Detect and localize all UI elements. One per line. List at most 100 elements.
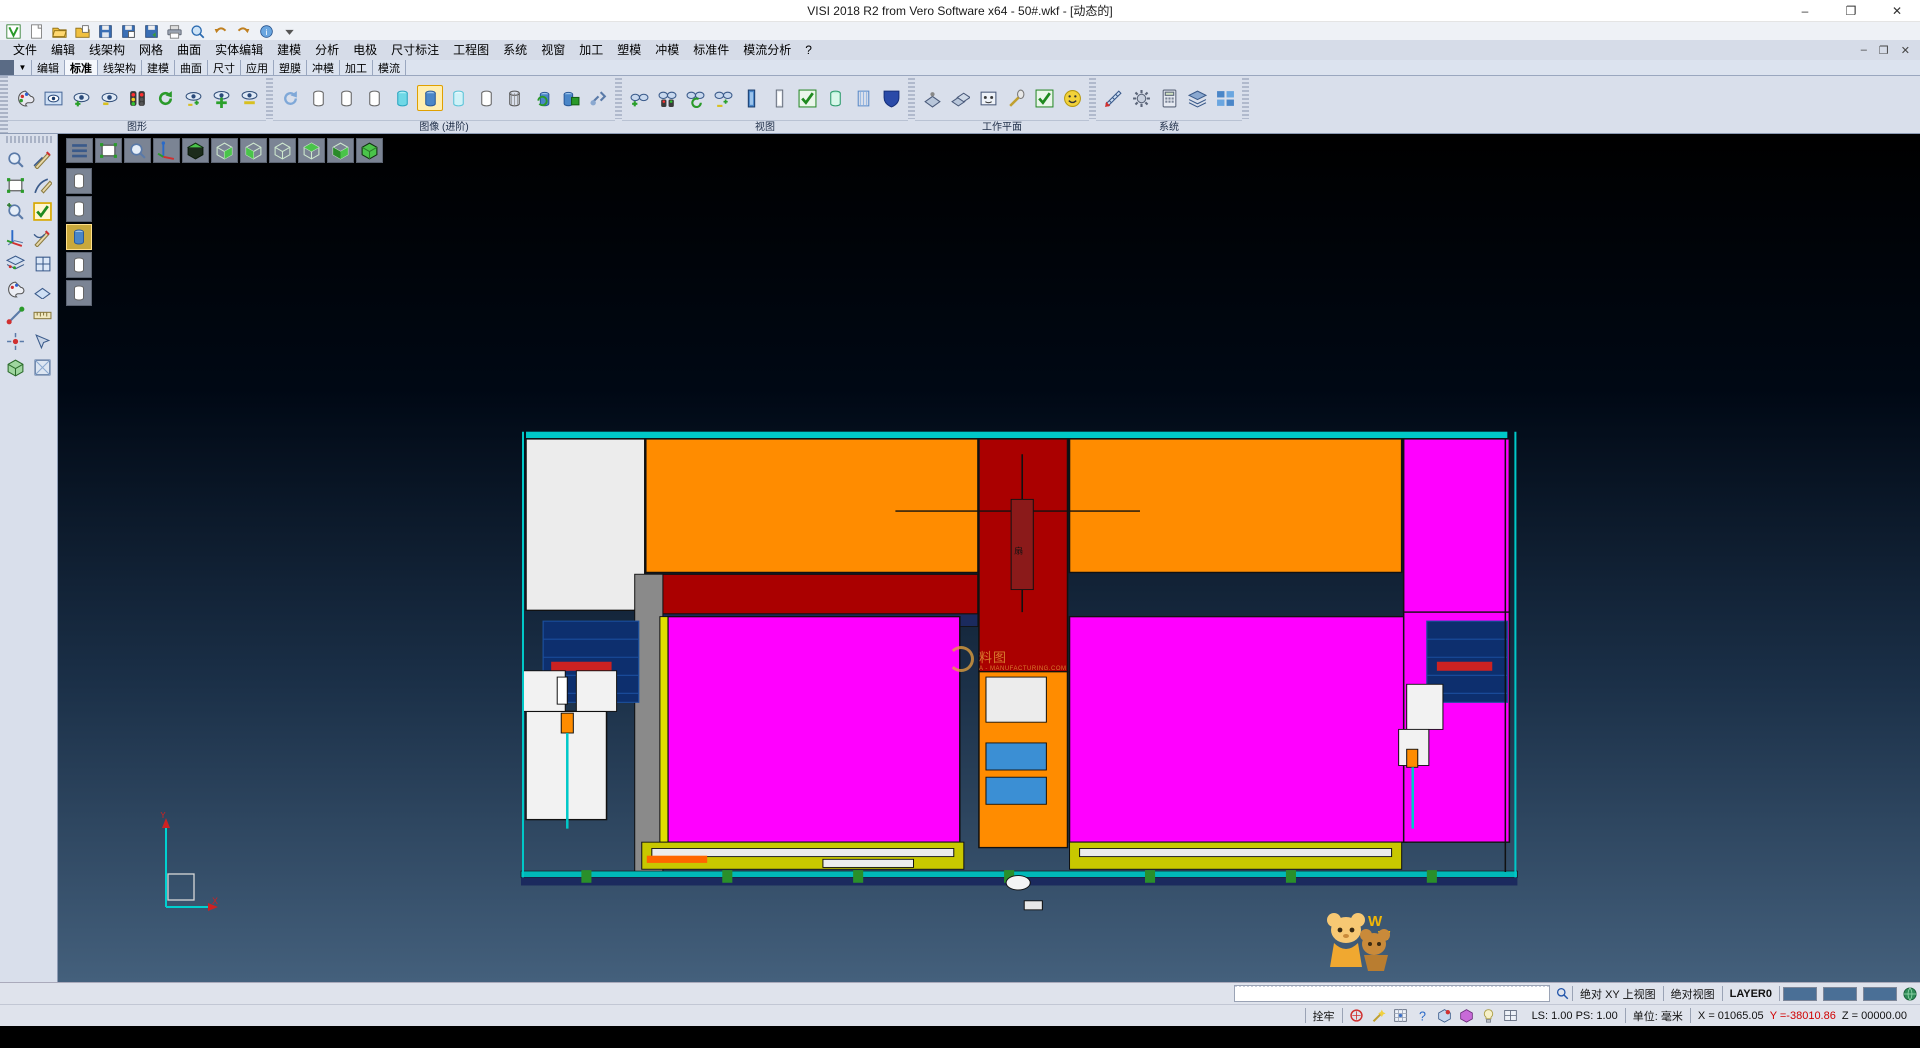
color-swatch-1[interactable] [1783, 987, 1817, 1001]
info-icon[interactable]: i [256, 23, 276, 40]
view-refresh-icon[interactable] [682, 85, 708, 111]
workplane-face-icon[interactable] [975, 85, 1001, 111]
view-bottom-icon[interactable] [327, 138, 354, 163]
menu-drafting[interactable]: 工程图 [446, 40, 496, 60]
app-logo-icon[interactable] [3, 23, 23, 40]
menu-wireframe[interactable]: 线架构 [82, 40, 132, 60]
ribbon-grip[interactable] [0, 76, 8, 133]
render-shaded-icon[interactable] [66, 224, 92, 250]
list-view-icon[interactable] [66, 138, 93, 163]
zoom-tool-icon[interactable] [124, 138, 151, 163]
cube-icon[interactable] [2, 354, 29, 380]
redo-icon[interactable] [233, 23, 253, 40]
edit-entity-icon[interactable] [29, 224, 56, 250]
command-input[interactable] [1234, 985, 1550, 1002]
tab-wireframe[interactable]: 线架构 [98, 60, 142, 75]
select-confirm-icon[interactable] [29, 198, 56, 224]
search-icon[interactable] [1552, 984, 1572, 1003]
zoom-window-icon[interactable] [2, 146, 29, 172]
menu-file[interactable]: 文件 [6, 40, 44, 60]
view-shaded-icon[interactable] [356, 138, 383, 163]
reload-icon[interactable] [277, 85, 303, 111]
snap-circle-icon[interactable] [1347, 1006, 1367, 1025]
open-file-icon[interactable] [49, 23, 69, 40]
shade-view-icon[interactable] [878, 85, 904, 111]
tab-edit[interactable]: 编辑 [32, 60, 65, 75]
view-add-icon[interactable] [626, 85, 652, 111]
menu-help[interactable]: ? [798, 40, 819, 60]
menu-analysis[interactable]: 分析 [308, 40, 346, 60]
calc-icon[interactable] [1156, 85, 1182, 111]
workplane-smiley-icon[interactable] [1059, 85, 1085, 111]
tab-dimension[interactable]: 尺寸 [208, 60, 241, 75]
axis-tool-icon[interactable] [153, 138, 180, 163]
mdi-restore-button[interactable]: ❐ [1873, 44, 1895, 57]
traffic-light-icon[interactable] [124, 85, 150, 111]
menu-electrode[interactable]: 电极 [346, 40, 384, 60]
section-grey-icon[interactable] [766, 85, 792, 111]
entity-snap-icon[interactable] [1435, 1006, 1455, 1025]
mesh-view-icon[interactable] [850, 85, 876, 111]
tab-flow[interactable]: 模流 [373, 60, 406, 75]
draw-line-icon[interactable] [29, 146, 56, 172]
hide-entity-icon[interactable] [96, 85, 122, 111]
mesh-cylinder-icon[interactable] [501, 85, 527, 111]
color-swatch-3[interactable] [1863, 987, 1897, 1001]
save-copy-icon[interactable] [141, 23, 161, 40]
toggle-visibility-icon[interactable] [180, 85, 206, 111]
tab-die[interactable]: 冲模 [307, 60, 340, 75]
hide-all-icon[interactable] [236, 85, 262, 111]
settings-icon[interactable] [1128, 85, 1154, 111]
workplane-multi-icon[interactable] [947, 85, 973, 111]
grid-snap-icon[interactable] [1391, 1006, 1411, 1025]
tab-application[interactable]: 应用 [241, 60, 274, 75]
section-blue-icon[interactable] [738, 85, 764, 111]
menu-dimension[interactable]: 尺寸标注 [384, 40, 446, 60]
menu-window[interactable]: 视窗 [534, 40, 572, 60]
snap-icon[interactable] [2, 302, 29, 328]
bulb-icon[interactable] [1479, 1006, 1499, 1025]
print-icon[interactable] [164, 23, 184, 40]
view-right-icon[interactable] [240, 138, 267, 163]
window-maximize-button[interactable]: ❐ [1828, 0, 1874, 21]
layer-icon[interactable] [1184, 85, 1210, 111]
hidden-line-cylinder-icon[interactable] [333, 85, 359, 111]
menu-surface[interactable]: 曲面 [170, 40, 208, 60]
view-iso-icon[interactable] [182, 138, 209, 163]
canvas-container[interactable]: 扇 料图 A - MANUFACTURING.COM Y [58, 134, 1920, 982]
zoom-fit-icon[interactable] [2, 172, 29, 198]
qa-dropdown-icon[interactable] [279, 23, 299, 40]
draw-curve-icon[interactable] [29, 172, 56, 198]
new-file-icon[interactable] [26, 23, 46, 40]
mdi-minimize-button[interactable]: – [1855, 44, 1873, 57]
tab-mould[interactable]: 塑膜 [274, 60, 307, 75]
preview-icon[interactable] [187, 23, 207, 40]
layer-label[interactable]: LAYER0 [1723, 983, 1779, 1004]
show-entity-icon[interactable] [68, 85, 94, 111]
workplane-icon[interactable] [919, 85, 945, 111]
solid-snap-icon[interactable] [1457, 1006, 1477, 1025]
view-left-icon[interactable] [298, 138, 325, 163]
help-query-icon[interactable]: ? [1413, 1006, 1433, 1025]
color-swatch-2[interactable] [1823, 987, 1857, 1001]
render-settings-icon[interactable] [585, 85, 611, 111]
zoom-in-out-icon[interactable] [2, 198, 29, 224]
render-wireframe-icon[interactable] [66, 168, 92, 194]
box-icon[interactable] [29, 354, 56, 380]
view-toggle-icon[interactable] [710, 85, 736, 111]
import-file-icon[interactable] [72, 23, 92, 40]
left-panel-grip[interactable] [6, 136, 52, 143]
clip-view-icon[interactable] [822, 85, 848, 111]
render-transparent-icon[interactable] [66, 252, 92, 278]
point-icon[interactable] [2, 328, 29, 354]
grey-cylinder-icon[interactable] [473, 85, 499, 111]
menu-edit[interactable]: 编辑 [44, 40, 82, 60]
lock-label[interactable]: 拴牢 [1306, 1005, 1342, 1026]
view-traffic-icon[interactable] [654, 85, 680, 111]
view-front-icon[interactable] [211, 138, 238, 163]
menu-mould[interactable]: 塑模 [610, 40, 648, 60]
window-minimize-button[interactable]: – [1782, 0, 1828, 21]
menu-solid-edit[interactable]: 实体编辑 [208, 40, 270, 60]
menu-progress-die[interactable]: 冲模 [648, 40, 686, 60]
save-as-icon[interactable] [118, 23, 138, 40]
